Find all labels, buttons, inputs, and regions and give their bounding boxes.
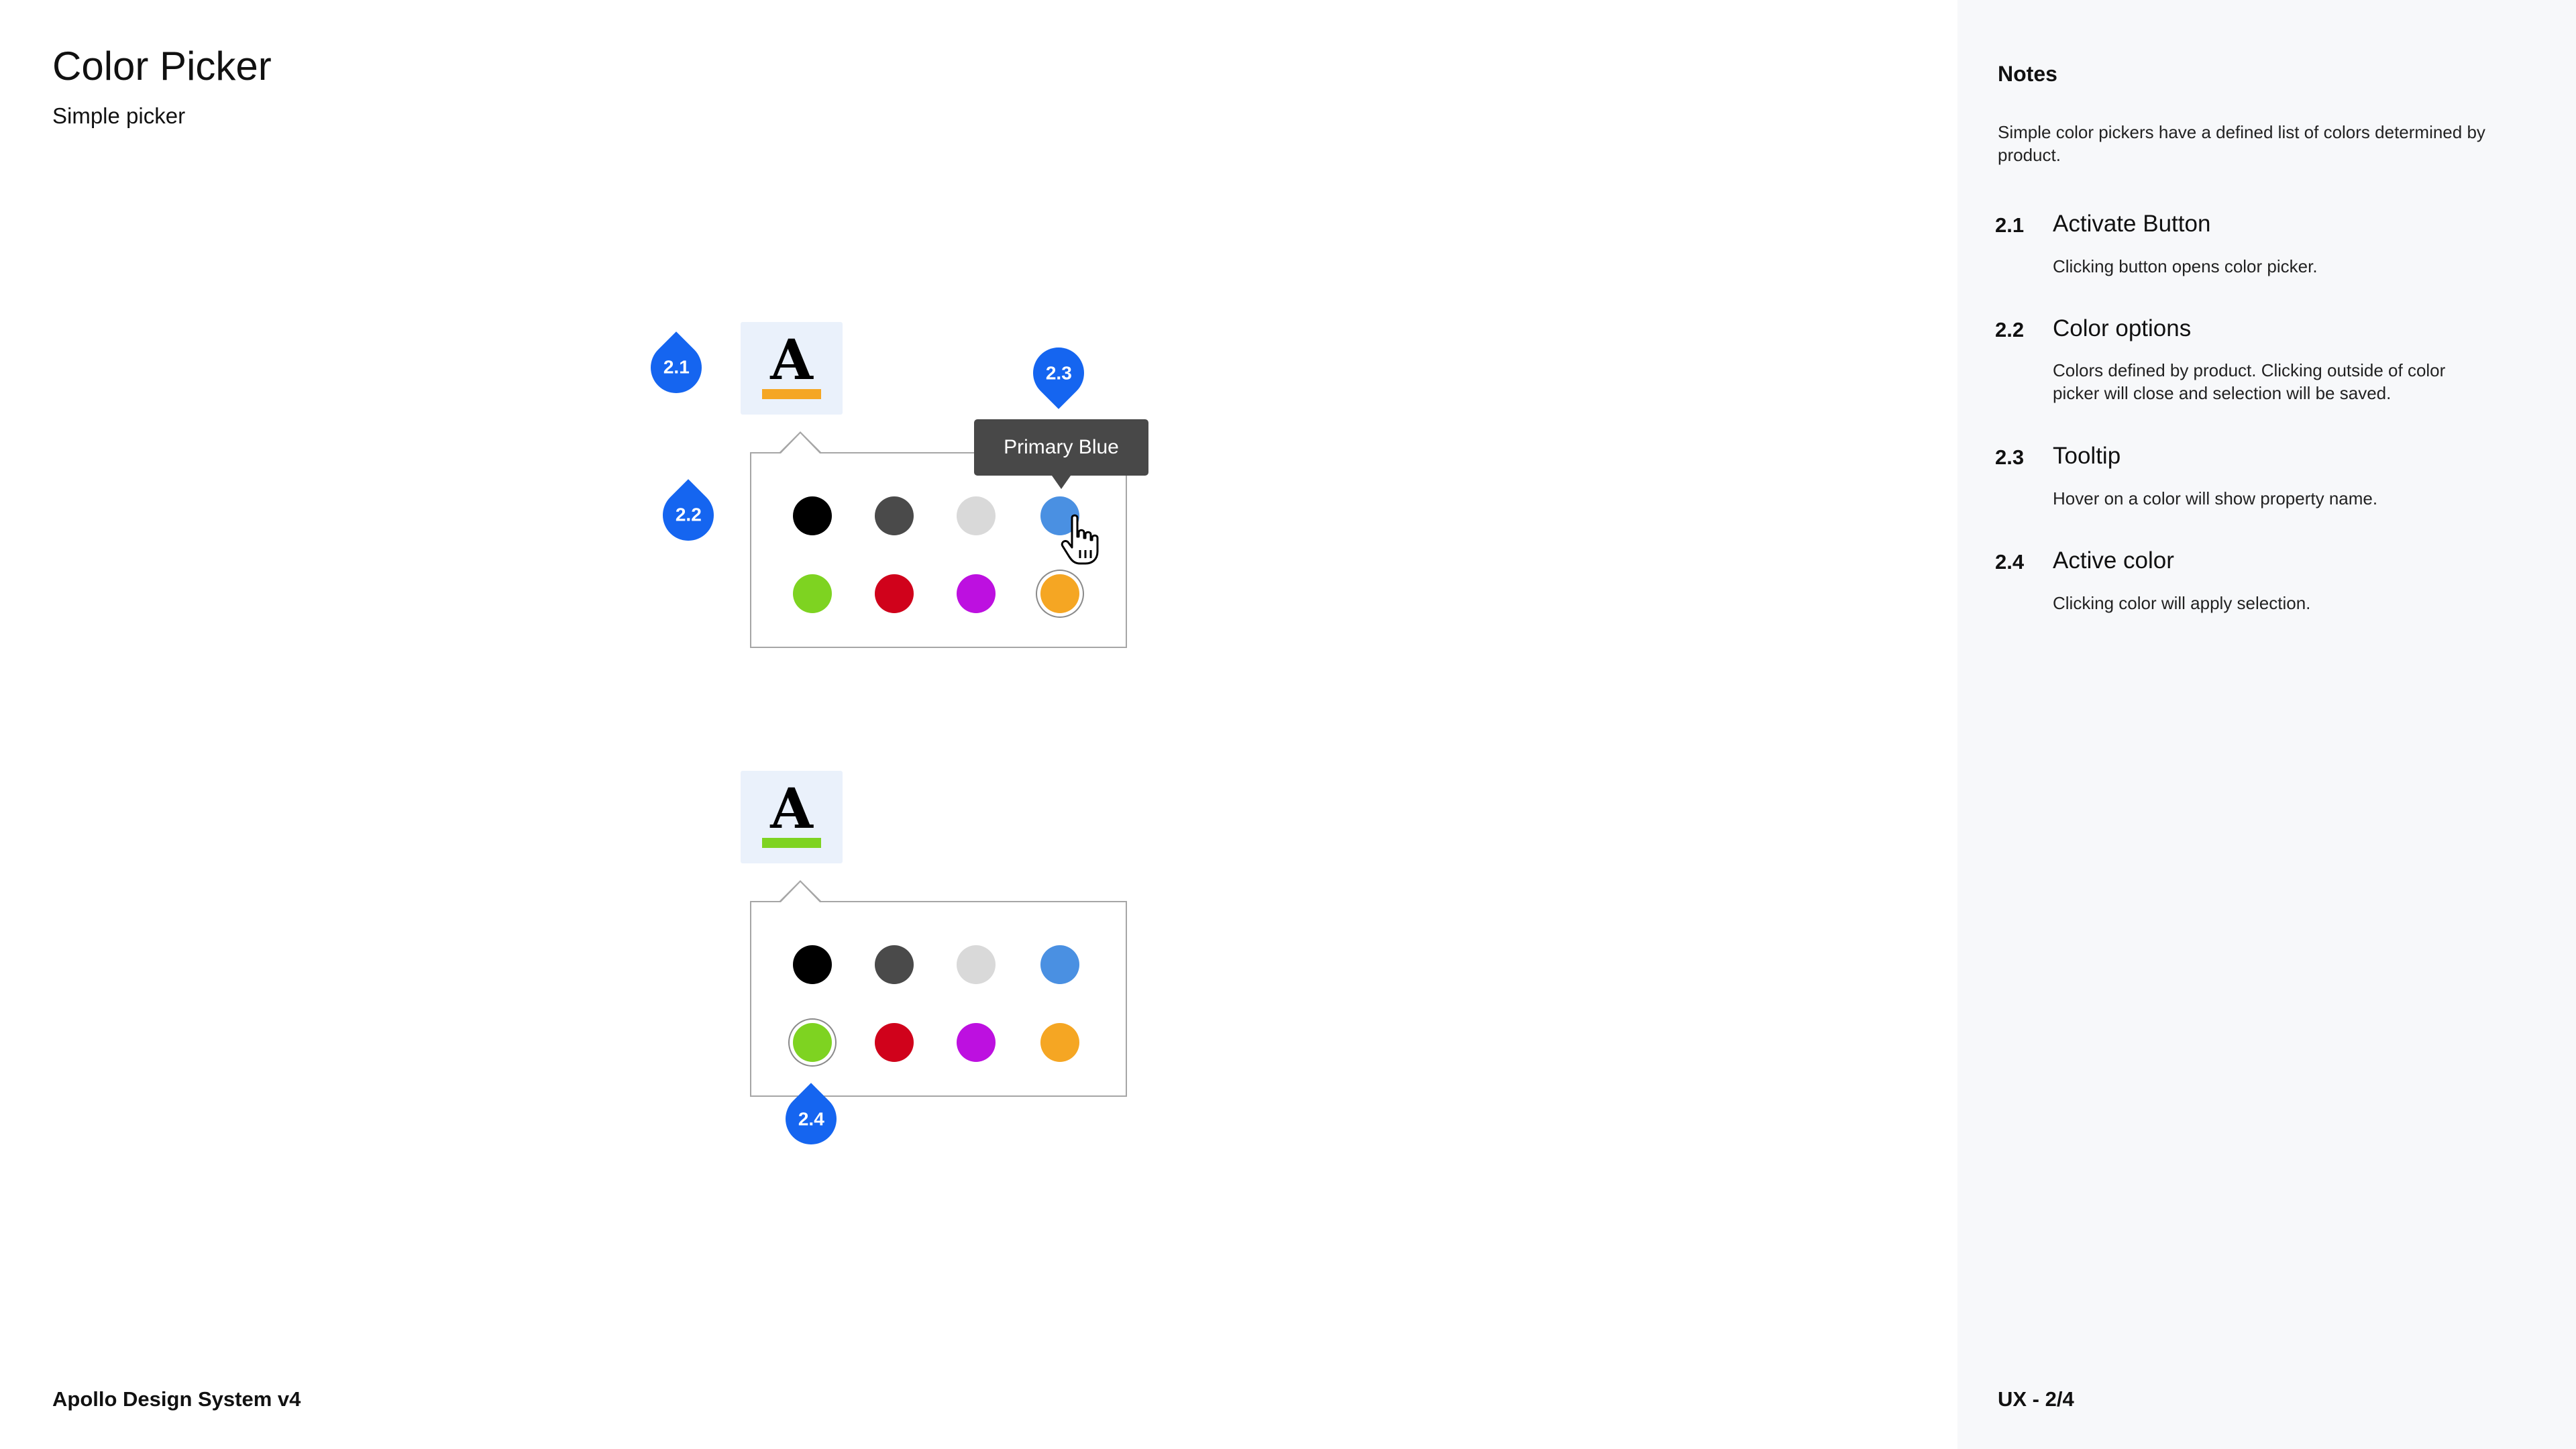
page-subtitle: Simple picker bbox=[52, 103, 186, 128]
text-color-button[interactable]: A bbox=[741, 322, 843, 415]
annotation-marker-2-1: 2.1 bbox=[640, 331, 712, 404]
note-number: 2.4 bbox=[1995, 550, 2025, 574]
note-heading: Tooltip bbox=[2053, 443, 2121, 469]
color-swatch[interactable] bbox=[1040, 945, 1079, 984]
footer-brand: Apollo Design System v4 bbox=[52, 1387, 301, 1411]
notes-panel bbox=[1957, 0, 2576, 1449]
color-swatch[interactable] bbox=[875, 496, 914, 535]
annotation-marker-2-2: 2.2 bbox=[652, 479, 724, 551]
popover-arrow bbox=[778, 431, 822, 454]
page-title: Color Picker bbox=[52, 44, 272, 89]
popover-arrow bbox=[778, 880, 822, 903]
color-swatch[interactable] bbox=[793, 1023, 832, 1062]
color-swatch[interactable] bbox=[957, 1023, 996, 1062]
notes-title: Notes bbox=[1998, 62, 2057, 86]
color-swatch[interactable] bbox=[957, 574, 996, 613]
color-swatch[interactable] bbox=[1040, 574, 1079, 613]
hand-pointer-icon bbox=[1061, 514, 1099, 565]
text-color-underline bbox=[762, 389, 821, 399]
footer-page-number: UX - 2/4 bbox=[1998, 1387, 2074, 1411]
notes-intro: Simple color pickers have a defined list… bbox=[1998, 122, 2485, 165]
color-tooltip: Primary Blue bbox=[974, 419, 1148, 489]
note-description: Colors defined by product. Clicking outs… bbox=[2053, 360, 2446, 403]
color-swatch[interactable] bbox=[793, 945, 832, 984]
note-description: Hover on a color will show property name… bbox=[2053, 488, 2378, 508]
color-swatch[interactable] bbox=[957, 496, 996, 535]
text-color-button-active[interactable]: A bbox=[741, 771, 843, 863]
color-swatch[interactable] bbox=[875, 945, 914, 984]
color-swatch[interactable] bbox=[1040, 1023, 1079, 1062]
note-heading: Active color bbox=[2053, 547, 2174, 574]
note-heading: Activate Button bbox=[2053, 211, 2211, 237]
note-description: Clicking button opens color picker. bbox=[2053, 256, 2318, 276]
text-color-glyph: A bbox=[770, 777, 813, 841]
note-number: 2.1 bbox=[1995, 213, 2025, 237]
color-swatch[interactable] bbox=[875, 574, 914, 613]
color-swatch[interactable] bbox=[875, 1023, 914, 1062]
note-description: Clicking color will apply selection. bbox=[2053, 593, 2311, 613]
color-picker-popover bbox=[750, 880, 1127, 1097]
note-number: 2.3 bbox=[1995, 445, 2025, 469]
text-color-glyph: A bbox=[770, 328, 813, 392]
color-swatch[interactable] bbox=[793, 496, 832, 535]
text-color-underline bbox=[762, 838, 821, 848]
note-number: 2.2 bbox=[1995, 318, 2025, 341]
note-heading: Color options bbox=[2053, 315, 2192, 341]
color-swatch[interactable] bbox=[957, 945, 996, 984]
color-swatch[interactable] bbox=[793, 574, 832, 613]
annotation-marker-2-3: 2.3 bbox=[1022, 337, 1095, 409]
